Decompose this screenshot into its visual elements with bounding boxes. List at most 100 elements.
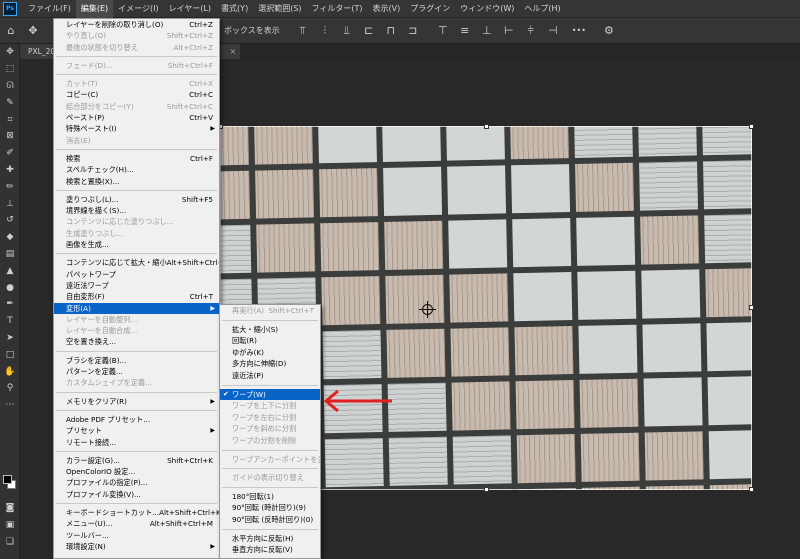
menubar-item[interactable]: 選択範囲(S) (253, 0, 306, 18)
menu-item[interactable]: リモート接続... (54, 437, 219, 448)
menu-item[interactable]: 多方向に伸縮(D) (220, 358, 320, 370)
menubar-item[interactable]: 表示(V) (368, 0, 406, 18)
menu-item[interactable]: Adobe PDF プリセット... (54, 414, 219, 425)
menu-item[interactable]: ゆがみ(K) (220, 347, 320, 359)
transform-handle-bottom[interactable] (484, 487, 489, 492)
move-tool-icon[interactable]: ✥ (0, 44, 20, 61)
distribute-left-icon[interactable]: ⊢ (498, 20, 520, 42)
menu-item[interactable]: 90°回転 (時計回り)(9) (220, 502, 320, 514)
more-options-button[interactable]: ••• (572, 26, 586, 35)
menu-item[interactable]: パターンを定義... (54, 366, 219, 377)
distribute-vcenter-icon[interactable]: ≡ (454, 20, 476, 42)
menubar-item[interactable]: プラグイン (405, 0, 455, 18)
menu-item[interactable]: 変形(A) ▶ (54, 302, 219, 314)
align-left-icon[interactable]: ⊏ (358, 20, 380, 42)
menu-item[interactable]: メニュー(U)... Alt+Shift+Ctrl+M (54, 518, 219, 529)
frame-tool-icon[interactable]: ⊠ (0, 128, 20, 145)
distribute-right-icon[interactable]: ⊣ (542, 20, 564, 42)
menu-item[interactable]: コピー(C) Ctrl+C (54, 89, 219, 100)
eraser-tool-icon[interactable]: ◆ (0, 229, 20, 246)
transform-handle-right[interactable] (749, 305, 754, 310)
menubar-item[interactable]: レイヤー(L) (164, 0, 216, 18)
menubar-item[interactable]: ファイル(F) (23, 0, 76, 18)
menu-item[interactable]: ✔ ワープ(W) (220, 388, 320, 401)
gradient-tool-icon[interactable]: ▤ (0, 246, 20, 263)
move-tool-icon[interactable]: ✥ (22, 20, 44, 42)
align-vcenter-icon[interactable]: ⫶ (314, 20, 336, 42)
menu-item[interactable]: キーボードショートカット... Alt+Shift+Ctrl+K (54, 507, 219, 518)
menu-item[interactable]: メモリをクリア(R) ▶ (54, 396, 219, 407)
menu-item[interactable]: 遠近法ワープ (54, 280, 219, 291)
show-transform-controls-label[interactable]: ボックスを表示 (224, 25, 280, 36)
menu-item[interactable]: パペットワープ (54, 269, 219, 280)
history-brush-tool-icon[interactable]: ↺ (0, 212, 20, 229)
marquee-tool-icon[interactable]: ⬚ (0, 61, 20, 78)
menu-item[interactable]: 垂直方向に反転(V) (220, 544, 320, 556)
lasso-tool-icon[interactable]: ᘏ (0, 78, 20, 95)
layers-icon[interactable]: ❏ (0, 534, 20, 551)
rectangle-tool-icon[interactable]: □ (0, 346, 20, 363)
menu-item[interactable]: 回転(R) (220, 335, 320, 347)
menu-item[interactable]: ペースト(P) Ctrl+V (54, 112, 219, 123)
brush-tool-icon[interactable]: ✏ (0, 178, 20, 195)
menu-item[interactable]: プリセット ▶ (54, 425, 219, 436)
align-hcenter-icon[interactable]: ⊓ (380, 20, 402, 42)
dodge-tool-icon[interactable]: ● (0, 279, 20, 296)
transform-handle-top-right[interactable] (749, 124, 754, 129)
menu-item[interactable]: 検索と置換(X)... (54, 176, 219, 187)
menu-item[interactable]: カラー設定(G)... Shift+Ctrl+K (54, 455, 219, 466)
gear-icon[interactable]: ⚙ (598, 20, 620, 42)
home-icon[interactable]: ⌂ (0, 20, 22, 42)
menu-item[interactable]: 90°回転 (反時計回り)(0) (220, 514, 320, 526)
align-right-icon[interactable]: ⊐ (402, 20, 424, 42)
transform-handle-bottom-right[interactable] (749, 487, 754, 492)
pen-tool-icon[interactable]: ✒ (0, 296, 20, 313)
menubar-item[interactable]: ヘルプ(H) (519, 0, 565, 18)
menu-item[interactable]: コンテンツに応じて拡大・縮小Alt+Shift+Ctrl+C (54, 257, 219, 268)
quick-mask-icon[interactable]: ◙ (0, 500, 20, 517)
more-tools-icon[interactable]: ⋯ (0, 397, 20, 414)
menu-item[interactable]: OpenColorIO 設定... (54, 466, 219, 477)
menu-item[interactable]: 境界線を描く(S)... (54, 205, 219, 216)
type-tool-icon[interactable]: T (0, 313, 20, 330)
align-bottom-icon[interactable]: ⫫ (336, 20, 358, 42)
close-icon[interactable]: × (230, 44, 236, 59)
clone-stamp-tool-icon[interactable]: ⊥ (0, 195, 20, 212)
menubar-item[interactable]: ウィンドウ(W) (455, 0, 519, 18)
menu-item[interactable]: プロファイル変換(V)... (54, 489, 219, 500)
menu-item[interactable]: 特殊ペースト(I) ▶ (54, 123, 219, 134)
menubar-item[interactable]: 編集(E) (75, 0, 114, 18)
transform-handle-top[interactable] (484, 124, 489, 129)
path-select-tool-icon[interactable]: ➤ (0, 330, 20, 347)
align-top-icon[interactable]: ⫪ (292, 20, 314, 42)
menu-item[interactable]: 水平方向に反転(H) (220, 533, 320, 545)
menubar-item[interactable]: イメージ(I) (113, 0, 163, 18)
menu-item[interactable]: 180°回転(1) (220, 491, 320, 503)
crop-tool-icon[interactable]: ⌗ (0, 111, 20, 128)
menu-item[interactable]: 画像を生成... (54, 239, 219, 250)
menu-item[interactable]: ブラシを定義(B)... (54, 355, 219, 366)
menubar-item[interactable]: フィルター(T) (307, 0, 368, 18)
distribute-top-icon[interactable]: ⊤ (432, 20, 454, 42)
menu-item[interactable]: 環境設定(N) ▶ (54, 541, 219, 552)
menu-item[interactable]: スペルチェック(H)... (54, 164, 219, 175)
screen-mode-icon[interactable]: ▣ (0, 517, 20, 534)
distribute-hcenter-icon[interactable]: ⫩ (520, 20, 542, 42)
transform-pivot-icon[interactable] (419, 301, 436, 318)
menu-item[interactable]: 空を置き換え... (54, 336, 219, 347)
menu-item[interactable]: プロファイルの指定(P)... (54, 477, 219, 488)
menu-item[interactable]: ツールバー... (54, 530, 219, 541)
healing-brush-tool-icon[interactable]: ✚ (0, 162, 20, 179)
menu-item[interactable]: 自由変形(F) Ctrl+T (54, 291, 219, 302)
menu-item[interactable]: 検索 Ctrl+F (54, 153, 219, 164)
zoom-tool-icon[interactable]: ⚲ (0, 380, 20, 397)
menu-item[interactable]: 拡大・縮小(S) (220, 324, 320, 336)
menubar-item[interactable]: 書式(Y) (216, 0, 253, 18)
foreground-color-swatch[interactable] (3, 475, 12, 484)
quick-select-tool-icon[interactable]: ✎ (0, 94, 20, 111)
menu-item[interactable]: 遠近法(P) (220, 370, 320, 382)
menu-item[interactable]: 塗りつぶし(L)... Shift+F5 (54, 194, 219, 205)
eyedropper-tool-icon[interactable]: ✐ (0, 145, 20, 162)
blur-tool-icon[interactable]: ▲ (0, 262, 20, 279)
menu-item[interactable]: レイヤーを削除の取り消し(O) Ctrl+Z (54, 19, 219, 30)
